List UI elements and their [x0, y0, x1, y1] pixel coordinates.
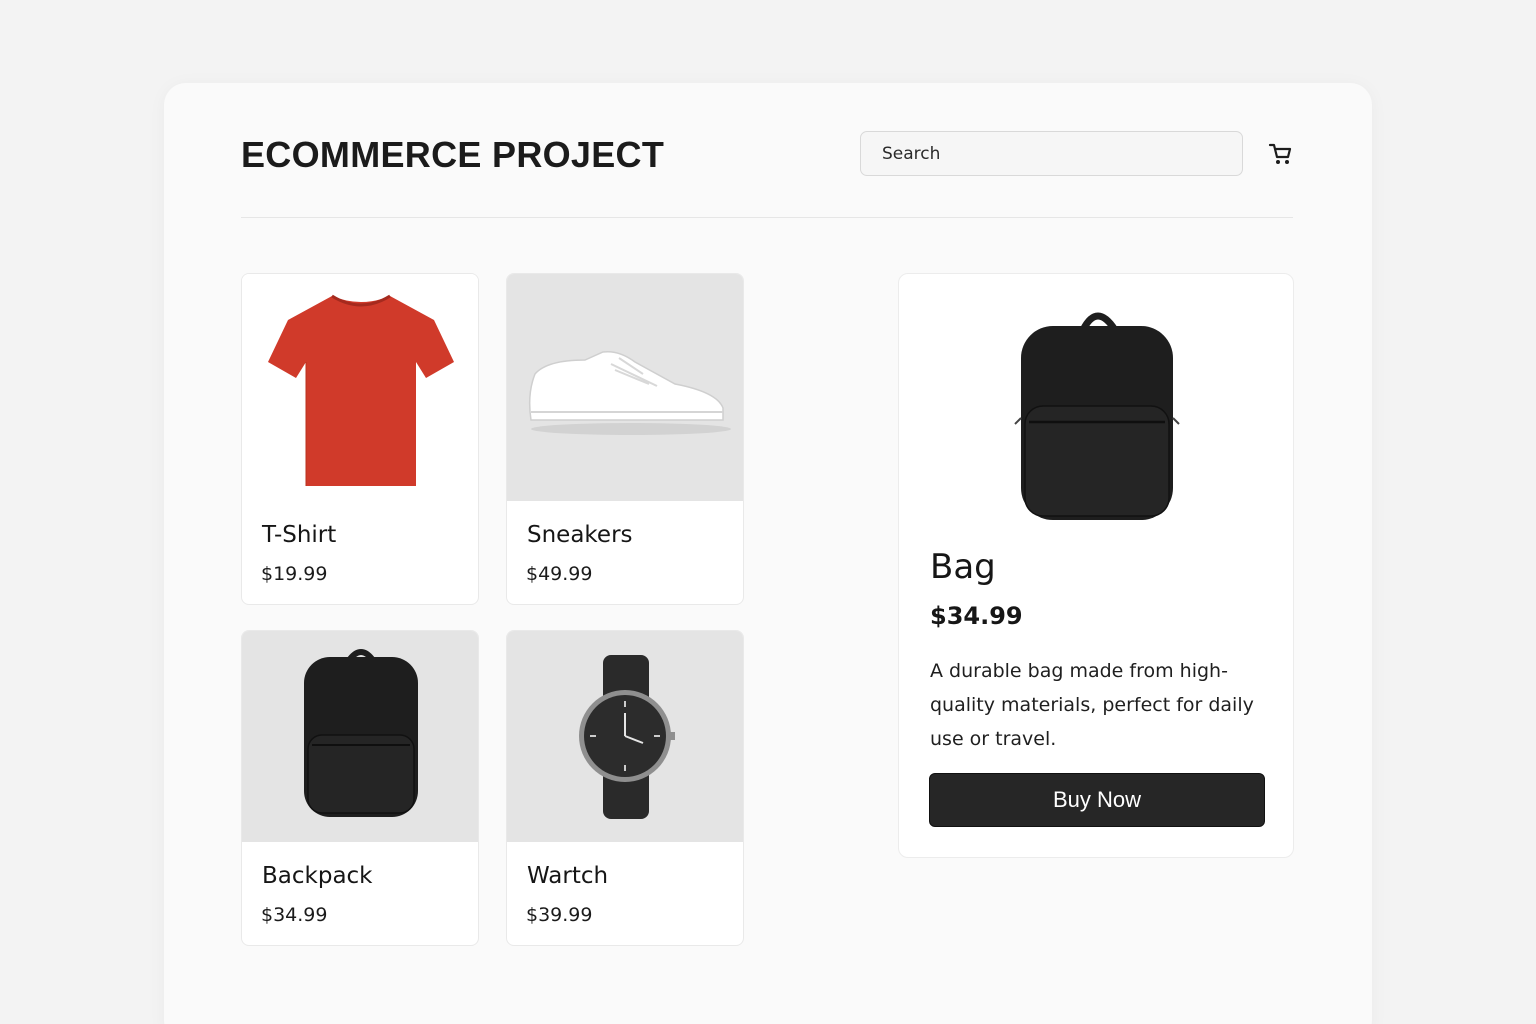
product-price: $19.99	[261, 563, 328, 585]
product-detail-card: Bag $34.99 A durable bag made from high-…	[898, 273, 1294, 858]
product-price: $49.99	[526, 563, 593, 585]
bag-image	[999, 298, 1199, 526]
buy-now-button[interactable]: Buy Now	[929, 773, 1265, 827]
header: ECOMMERCE PROJECT	[241, 120, 1293, 190]
sneaker-image	[507, 274, 743, 501]
product-price: $39.99	[526, 904, 593, 926]
detail-price: $34.99	[930, 602, 1023, 630]
product-card-backpack[interactable]: Backpack $34.99	[241, 630, 479, 946]
header-divider	[241, 217, 1293, 218]
product-name: Sneakers	[527, 522, 633, 548]
shopping-cart-icon[interactable]	[1267, 140, 1295, 168]
product-card-watch[interactable]: Wartch $39.99	[506, 630, 744, 946]
detail-description: A durable bag made from high-quality mat…	[930, 660, 1254, 750]
product-card-sneakers[interactable]: Sneakers $49.99	[506, 273, 744, 605]
product-price: $34.99	[261, 904, 328, 926]
brand-title: ECOMMERCE PROJECT	[241, 134, 665, 175]
product-name: Backpack	[262, 863, 373, 889]
search-input[interactable]	[860, 131, 1243, 176]
product-card-tshirt[interactable]: T-Shirt $19.99	[241, 273, 479, 605]
backpack-image	[242, 631, 478, 842]
detail-title: Bag	[930, 547, 996, 587]
product-name: T-Shirt	[262, 522, 337, 548]
watch-image	[507, 631, 743, 842]
tshirt-image	[242, 274, 478, 502]
product-name: Wartch	[527, 863, 609, 889]
